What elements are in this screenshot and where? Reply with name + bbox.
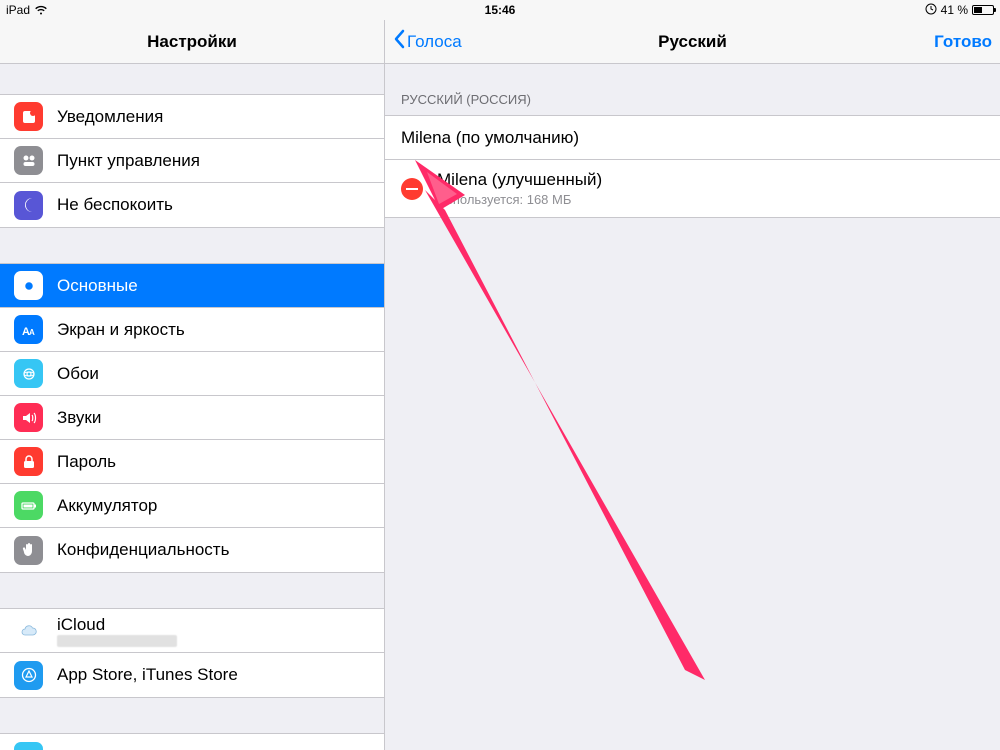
sidebar-group-1: Уведомления Пункт управления Не беспокои…	[0, 94, 384, 228]
sidebar-item-label: Конфиденциальность	[57, 540, 229, 560]
wallpaper-icon	[14, 359, 43, 388]
back-label: Голоса	[407, 32, 462, 52]
sidebar-item-icloud[interactable]: iCloud	[0, 609, 384, 653]
clock: 15:46	[485, 3, 516, 17]
sidebar-item-label: Пункт управления	[57, 151, 200, 171]
voice-row-default[interactable]: Milena (по умолчанию)	[385, 116, 1000, 160]
delete-voice-button[interactable]	[401, 178, 423, 200]
sidebar-item-battery[interactable]: Аккумулятор	[0, 484, 384, 528]
sidebar-group-4-partial	[0, 733, 384, 750]
sidebar-item-label: Пароль	[57, 452, 116, 472]
done-button[interactable]: Готово	[934, 32, 992, 52]
sidebar-item-general[interactable]: Основные	[0, 264, 384, 308]
sidebar-item-label: Уведомления	[57, 107, 163, 127]
sidebar-item-label: iCloud	[57, 615, 177, 635]
section-header: РУССКИЙ (РОССИЯ)	[385, 64, 1000, 115]
hand-icon	[14, 536, 43, 565]
sidebar-item-control-center[interactable]: Пункт управления	[0, 139, 384, 183]
gear-icon	[14, 271, 43, 300]
notifications-icon	[14, 102, 43, 131]
status-bar: iPad 15:46 41 %	[0, 0, 1000, 20]
sidebar-item-do-not-disturb[interactable]: Не беспокоить	[0, 183, 384, 227]
moon-icon	[14, 191, 43, 220]
settings-sidebar: Настройки Уведомления Пункт управления	[0, 20, 385, 750]
unknown-icon	[14, 742, 43, 750]
sidebar-navbar: Настройки	[0, 20, 384, 64]
battery-percent: 41 %	[941, 3, 968, 17]
back-button[interactable]: Голоса	[393, 29, 462, 54]
sidebar-item-appstore[interactable]: App Store, iTunes Store	[0, 653, 384, 697]
orientation-lock-icon	[925, 3, 937, 18]
sidebar-item-display[interactable]: AA Экран и яркость	[0, 308, 384, 352]
cloud-icon	[14, 616, 43, 645]
sidebar-item-label: Звуки	[57, 408, 101, 428]
sidebar-item-wallpaper[interactable]: Обои	[0, 352, 384, 396]
sidebar-item-sounds[interactable]: Звуки	[0, 396, 384, 440]
battery-icon	[14, 491, 43, 520]
icloud-account-redacted	[57, 635, 177, 647]
sidebar-item-label: Не беспокоить	[57, 195, 173, 215]
sound-icon	[14, 403, 43, 432]
sidebar-group-2: Основные AA Экран и яркость Обои	[0, 263, 384, 573]
sidebar-item-passcode[interactable]: Пароль	[0, 440, 384, 484]
voice-subtitle: Используется: 168 МБ	[437, 192, 602, 207]
text-size-icon: AA	[14, 315, 43, 344]
device-label: iPad	[6, 3, 30, 17]
sidebar-item-partial[interactable]	[0, 734, 384, 750]
chevron-left-icon	[393, 29, 405, 54]
detail-pane: Голоса Русский Готово РУССКИЙ (РОССИЯ) M…	[385, 20, 1000, 750]
sidebar-item-label: App Store, iTunes Store	[57, 665, 238, 685]
sidebar-item-label: Экран и яркость	[57, 320, 185, 340]
voice-row-enhanced[interactable]: Milena (улучшенный) Используется: 168 МБ	[385, 160, 1000, 217]
battery-icon	[972, 5, 994, 15]
sidebar-item-label: Основные	[57, 276, 138, 296]
sidebar-group-3: iCloud App Store, iTunes Store	[0, 608, 384, 698]
detail-title: Русский	[658, 32, 727, 52]
lock-icon	[14, 447, 43, 476]
detail-navbar: Голоса Русский Готово	[385, 20, 1000, 64]
minus-icon	[406, 188, 418, 190]
wifi-icon	[34, 5, 48, 15]
sidebar-item-label: Обои	[57, 364, 99, 384]
sidebar-item-notifications[interactable]: Уведомления	[0, 95, 384, 139]
sidebar-item-label: Аккумулятор	[57, 496, 157, 516]
annotation-arrow	[405, 150, 755, 710]
sidebar-title: Настройки	[147, 32, 237, 52]
voices-list: Milena (по умолчанию) Milena (улучшенный…	[385, 115, 1000, 218]
control-center-icon	[14, 146, 43, 175]
voice-title: Milena (по умолчанию)	[401, 128, 579, 148]
voice-title: Milena (улучшенный)	[437, 170, 602, 190]
sidebar-item-privacy[interactable]: Конфиденциальность	[0, 528, 384, 572]
svg-text:A: A	[29, 328, 35, 337]
appstore-icon	[14, 661, 43, 690]
